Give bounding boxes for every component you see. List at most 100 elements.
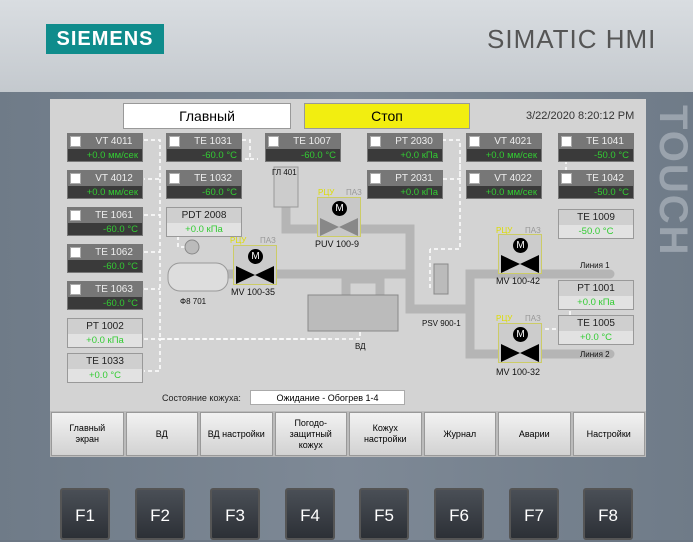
valve-name: MV 100-42 <box>496 276 541 286</box>
vd-label: ВД <box>355 342 366 351</box>
tag-vt4021[interactable]: VT 4021 +0.0 мм/сек <box>466 133 542 162</box>
tag-value: +0.0 кПа <box>185 224 223 235</box>
tag-value: -60.0 °C <box>103 224 138 235</box>
tag-te1009[interactable]: TE 1009 -50.0 °C <box>558 209 634 239</box>
tag-vt4012[interactable]: VT 4012 +0.0 мм/сек <box>67 170 143 199</box>
pump-vd <box>307 294 399 332</box>
rcu-label: РЦУ <box>496 314 513 323</box>
rcu-label: РЦУ <box>318 188 335 197</box>
nav-alarms[interactable]: Аварии <box>498 412 571 456</box>
nav-main-screen[interactable]: Главный экран <box>51 412 124 456</box>
hmi-screen: Главный Стоп 3/22/2020 8:20:12 PM ГЛ 401… <box>50 99 646 457</box>
tag-pt2031[interactable]: PT 2031 +0.0 кПа <box>367 170 443 199</box>
tag-value: +0.0 °C <box>579 332 613 343</box>
tag-value: +0.0 мм/сек <box>485 187 537 198</box>
valve-name: PUV 100-9 <box>315 239 360 249</box>
tag-checkbox[interactable] <box>469 173 480 184</box>
tag-value: -60.0 °C <box>103 298 138 309</box>
nav-vd[interactable]: ВД <box>125 412 198 456</box>
valve-body-icon <box>236 266 274 284</box>
f7-key[interactable]: F7 <box>509 488 559 540</box>
valve-body-icon <box>501 255 539 273</box>
f2-key[interactable]: F2 <box>135 488 185 540</box>
f4-key[interactable]: F4 <box>285 488 335 540</box>
tag-checkbox[interactable] <box>561 173 572 184</box>
tag-name: PT 1002 <box>68 319 142 334</box>
tag-checkbox[interactable] <box>70 284 81 295</box>
motor-icon: M <box>248 249 263 264</box>
nav-bar: Главный экран ВД ВД настройки Погодо- за… <box>50 411 646 457</box>
motor-icon: M <box>513 327 528 342</box>
tag-te1005[interactable]: TE 1005 +0.0 °C <box>558 315 634 345</box>
tag-checkbox[interactable] <box>70 173 81 184</box>
tag-pt1002[interactable]: PT 1002 +0.0 кПа <box>67 318 143 348</box>
f1-key[interactable]: F1 <box>60 488 110 540</box>
tag-checkbox[interactable] <box>169 136 180 147</box>
psv-label: PSV 900-1 <box>422 319 461 328</box>
line2-label: Линия 2 <box>580 350 610 359</box>
line1-label: Линия 1 <box>580 261 610 270</box>
tag-vt4022[interactable]: VT 4022 +0.0 мм/сек <box>466 170 542 199</box>
tag-value: +0.0 кПа <box>577 297 615 308</box>
paz-label: ПАЗ <box>260 236 276 245</box>
valve-mv100-35[interactable]: M <box>233 245 277 285</box>
tag-te1007[interactable]: TE 1007 -60.0 °C <box>265 133 341 162</box>
nav-log[interactable]: Журнал <box>423 412 496 456</box>
tag-te1031[interactable]: TE 1031 -60.0 °C <box>166 133 242 162</box>
tag-value: -60.0 °C <box>301 150 336 161</box>
tag-checkbox[interactable] <box>70 136 81 147</box>
valve-puv100-9[interactable]: M <box>317 197 361 237</box>
nav-settings[interactable]: Настройки <box>572 412 645 456</box>
tag-value: -50.0 °C <box>578 226 614 237</box>
product-name: SIMATIC HMI <box>487 24 657 54</box>
tag-checkbox[interactable] <box>70 247 81 258</box>
valve-name: MV 100-32 <box>496 367 541 377</box>
valve-body-icon <box>501 344 539 362</box>
tag-value: +0.0 кПа <box>400 150 438 161</box>
tag-checkbox[interactable] <box>561 136 572 147</box>
tag-checkbox[interactable] <box>70 210 81 221</box>
tag-pdt2008[interactable]: PDT 2008 +0.0 кПа <box>166 207 242 237</box>
tag-pt1001[interactable]: PT 1001 +0.0 кПа <box>558 280 634 310</box>
nav-vd-settings[interactable]: ВД настройки <box>200 412 273 456</box>
tag-te1042[interactable]: TE 1042 -50.0 °C <box>558 170 634 199</box>
f5-key[interactable]: F5 <box>359 488 409 540</box>
tag-name: TE 1009 <box>559 210 633 225</box>
f8-key[interactable]: F8 <box>583 488 633 540</box>
tag-te1061[interactable]: TE 1061 -60.0 °C <box>67 207 143 236</box>
tag-checkbox[interactable] <box>469 136 480 147</box>
f6-key[interactable]: F6 <box>434 488 484 540</box>
tag-te1032[interactable]: TE 1032 -60.0 °C <box>166 170 242 199</box>
rcu-label: РЦУ <box>230 236 247 245</box>
touch-label: TOUCH <box>651 105 693 257</box>
tag-value: -50.0 °C <box>594 150 629 161</box>
tag-te1062[interactable]: TE 1062 -60.0 °C <box>67 244 143 273</box>
tag-name: TE 1033 <box>68 354 142 369</box>
tag-te1063[interactable]: TE 1063 -60.0 °C <box>67 281 143 310</box>
paz-label: ПАЗ <box>346 188 362 197</box>
tag-value: -50.0 °C <box>594 187 629 198</box>
tag-value: +0.0 кПа <box>86 335 124 346</box>
tag-vt4011[interactable]: VT 4011 +0.0 мм/сек <box>67 133 143 162</box>
tag-te1041[interactable]: TE 1041 -50.0 °C <box>558 133 634 162</box>
nav-casing-settings[interactable]: Кожух настройки <box>349 412 422 456</box>
tag-checkbox[interactable] <box>169 173 180 184</box>
tag-value: +0.0 мм/сек <box>86 187 138 198</box>
tag-checkbox[interactable] <box>370 173 381 184</box>
tag-checkbox[interactable] <box>268 136 279 147</box>
valve-mv100-42[interactable]: M <box>498 234 542 274</box>
valve-mv100-32[interactable]: M <box>498 323 542 363</box>
motor-icon: M <box>513 238 528 253</box>
f8701-vessel <box>167 262 229 292</box>
tag-checkbox[interactable] <box>370 136 381 147</box>
tag-pt2030[interactable]: PT 2030 +0.0 кПа <box>367 133 443 162</box>
nav-weather-casing[interactable]: Погодо- защитный кожух <box>274 412 347 456</box>
psv-valve <box>433 263 449 295</box>
tag-te1033[interactable]: TE 1033 +0.0 °C <box>67 353 143 383</box>
tag-value: +0.0 мм/сек <box>86 150 138 161</box>
paz-label: ПАЗ <box>525 314 541 323</box>
siemens-logo: SIEMENS <box>46 24 164 54</box>
f3-key[interactable]: F3 <box>210 488 260 540</box>
gl401-label: ГЛ 401 <box>272 168 297 177</box>
tag-value: -60.0 °C <box>103 261 138 272</box>
